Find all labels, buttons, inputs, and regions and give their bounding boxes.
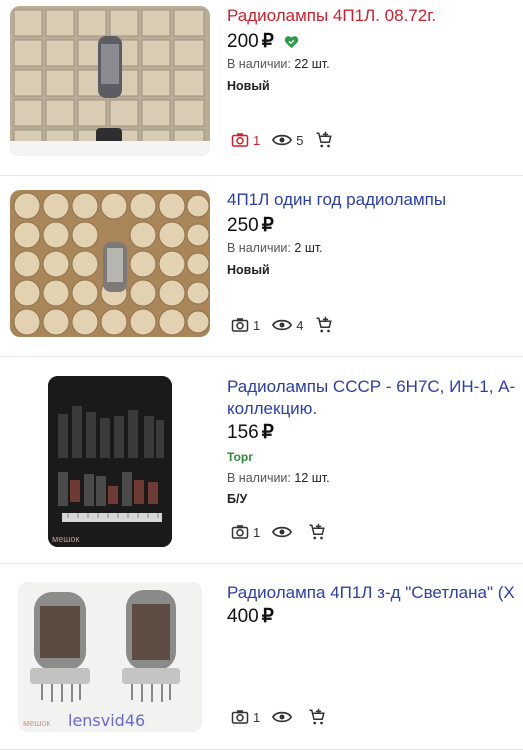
view-count: 5 [272,133,303,148]
photo-count[interactable]: 1 [231,317,260,333]
currency-symbol: ₽ [261,606,274,627]
listing-price: 200 ₽ [227,30,299,53]
stock-value: 22 шт. [294,57,330,71]
thumbnail-caption: lensvid46 [68,711,146,730]
bargain-label: Торг [227,450,254,464]
view-count [272,525,296,539]
add-to-cart-icon [315,131,333,149]
view-count: 4 [272,318,303,333]
stock-value: 12 шт. [294,471,330,485]
eye-icon [272,525,293,539]
eye-icon [272,133,293,147]
stock-info: В наличии: 12 шт. [227,471,330,485]
listing-title-line: Радиолампы СССР - 6Н7С, ИН-1, А- [227,377,516,396]
add-to-cart-icon [308,708,326,726]
listing-title[interactable]: Радиолампы 4П1Л. 08.72г. [227,5,523,27]
add-to-cart-icon [308,523,326,541]
view-count [272,710,296,724]
listing-list: Радиолампы 4П1Л. 08.72г. 200 ₽ В наличии:… [0,0,523,750]
listing-title[interactable]: Радиолампы СССР - 6Н7С, ИН-1, А- коллекц… [227,376,523,420]
listing-actions: 1 [231,708,338,726]
listing-thumbnail[interactable] [10,6,210,156]
condition-label: Б/У [227,492,248,506]
listing-thumbnail[interactable] [10,190,210,337]
photo-count-value: 1 [253,709,261,725]
listing-thumbnail[interactable]: мешок lensvid46 [18,582,202,732]
listing-thumbnail[interactable]: мешок [48,376,172,547]
currency-symbol: ₽ [261,215,274,236]
listing-item[interactable]: Радиолампы 4П1Л. 08.72г. 200 ₽ В наличии:… [0,0,523,176]
heart-icon [284,35,299,49]
listing-item[interactable]: мешок Радиолампы СССР - 6Н7С, ИН-1, А- к… [0,357,523,564]
add-to-cart-icon [315,316,333,334]
stock-info: В наличии: 22 шт. [227,57,330,71]
listing-title[interactable]: 4П1Л один год радиолампы [227,189,523,211]
stock-info: В наличии: 2 шт. [227,241,323,255]
price-value: 400 [227,606,259,627]
eye-icon [272,318,293,332]
listing-actions: 1 [231,523,338,541]
stock-label: В наличии: [227,57,291,71]
price-value: 200 [227,31,259,52]
photo-count[interactable]: 1 [231,524,260,540]
view-count-value: 5 [296,132,304,148]
listing-item[interactable]: 4П1Л один год радиолампы 250 ₽ В наличии:… [0,176,523,357]
price-value: 250 [227,215,259,236]
view-count-value: 4 [296,317,304,333]
eye-icon [272,710,293,724]
listing-title[interactable]: Радиолампа 4П1Л з-д "Светлана" (X [227,582,523,604]
photo-count-value: 1 [253,317,261,333]
add-to-cart-button[interactable] [308,708,326,726]
thumbnail-watermark: мешок [52,534,80,544]
camera-icon [231,317,249,333]
add-to-cart-button[interactable] [315,131,333,149]
listing-item[interactable]: мешок lensvid46 Радиолампа 4П1Л з-д "Све… [0,564,523,750]
add-to-cart-button[interactable] [315,316,333,334]
stock-label: В наличии: [227,241,291,255]
listing-actions: 1 4 [231,316,345,334]
listing-actions: 1 5 [231,131,345,149]
listing-title-line: коллекцию. [227,399,318,418]
photo-count-value: 1 [253,524,261,540]
photo-count[interactable]: 1 [231,709,260,725]
camera-icon [231,709,249,725]
photo-count[interactable]: 1 [231,132,260,148]
price-value: 156 [227,422,259,443]
condition-label: Новый [227,79,270,93]
stock-label: В наличии: [227,471,291,485]
photo-count-value: 1 [253,132,261,148]
stock-value: 2 шт. [294,241,323,255]
thumbnail-watermark: мешок [23,718,51,728]
currency-symbol: ₽ [261,422,274,443]
listing-price: 250 ₽ [227,214,274,237]
listing-price: 156 ₽ [227,421,274,444]
listing-price: 400 ₽ [227,605,274,628]
currency-symbol: ₽ [261,31,274,52]
camera-icon [231,524,249,540]
add-to-cart-button[interactable] [308,523,326,541]
condition-label: Новый [227,263,270,277]
camera-icon [231,132,249,148]
